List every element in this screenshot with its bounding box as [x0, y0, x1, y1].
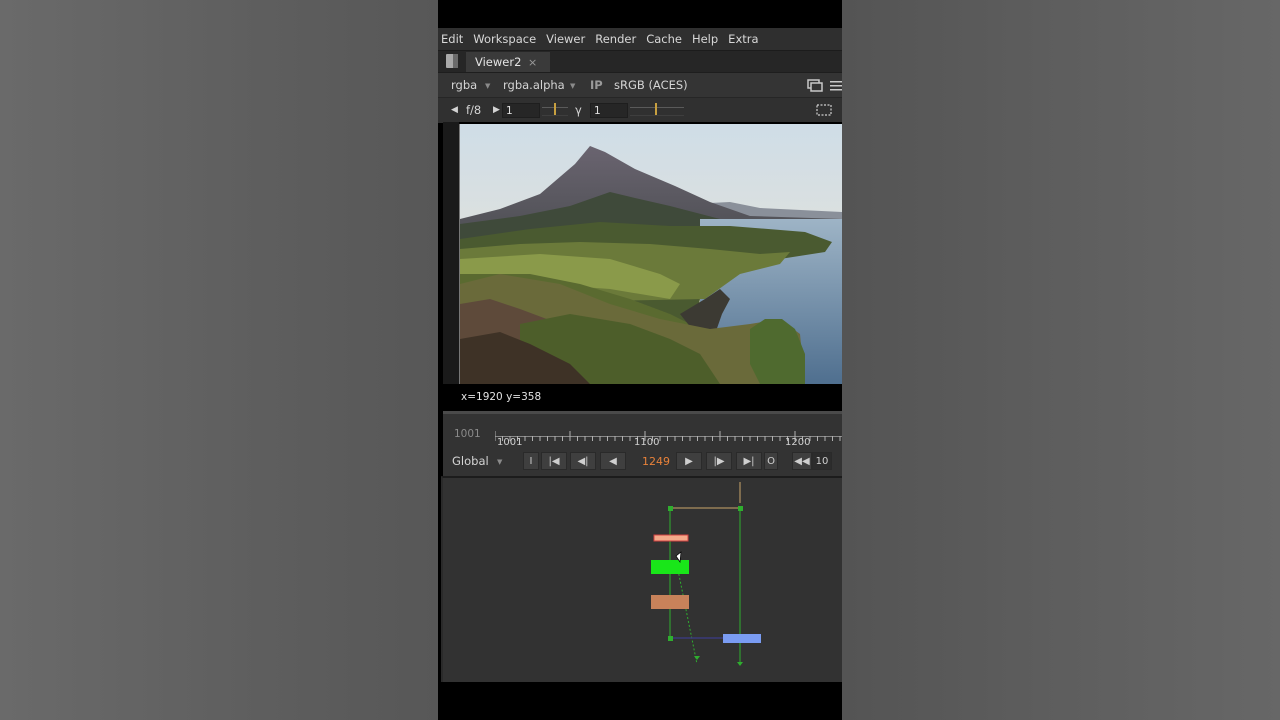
- chevron-down-icon: ▼: [485, 82, 491, 90]
- monitor-out-icon[interactable]: [807, 79, 823, 92]
- ruler-label-1001: 1001: [497, 437, 523, 448]
- gain-gamma-bar: ◀ f/8 ▶ 1 γ 1: [438, 97, 842, 123]
- current-frame-field[interactable]: 1249: [642, 455, 670, 468]
- grade-node[interactable]: [651, 560, 689, 574]
- timeline-panel: 1001 1001 1100 1200 Global ▼ I |◀ ◀| ◀ 1…: [443, 411, 842, 476]
- frame-ruler[interactable]: [494, 426, 842, 441]
- menu-extra[interactable]: Extra: [728, 32, 758, 46]
- gain-increment-icon[interactable]: ▶: [493, 105, 500, 115]
- skip-to-end-button[interactable]: ▶|: [736, 452, 762, 470]
- arrow-head-icon: [737, 662, 743, 666]
- menu-edit[interactable]: Edit: [441, 32, 463, 46]
- increment-field[interactable]: 10: [812, 452, 832, 470]
- play-forward-button[interactable]: ▶: [676, 452, 702, 470]
- alpha-channel-dropdown[interactable]: rgba.alpha: [503, 78, 565, 92]
- colorspace-dropdown[interactable]: sRGB (ACES): [614, 78, 688, 92]
- menu-render[interactable]: Render: [595, 32, 636, 46]
- panel-menu-icon[interactable]: [446, 54, 458, 68]
- roi-region-icon[interactable]: [816, 104, 832, 116]
- arrow-head-icon: [694, 656, 700, 660]
- background-right: [842, 0, 1280, 720]
- menu-bar: Edit Workspace Viewer Render Cache Help …: [438, 28, 842, 50]
- play-backward-button[interactable]: ◀: [600, 452, 626, 470]
- ruler-label-1100: 1100: [634, 437, 660, 448]
- range-mode-dropdown[interactable]: Global: [452, 454, 489, 468]
- set-in-point-button[interactable]: I: [523, 452, 539, 470]
- tab-viewer2[interactable]: Viewer2 ×: [466, 52, 550, 73]
- step-back-increment-button[interactable]: ◀◀: [792, 452, 812, 470]
- viewer-toolbar: rgba ▼ rgba.alpha ▼ IP sRGB (ACES): [438, 72, 842, 98]
- nuke-app-window: Edit Workspace Viewer Render Cache Help …: [438, 0, 842, 720]
- gamma-input[interactable]: 1: [590, 103, 628, 118]
- menu-cache[interactable]: Cache: [646, 32, 682, 46]
- gamma-slider[interactable]: [630, 107, 684, 116]
- previous-keyframe-button[interactable]: ◀|: [570, 452, 596, 470]
- tab-bar: Viewer2 ×: [438, 50, 842, 73]
- gamma-label: γ: [575, 103, 582, 117]
- skip-to-start-button[interactable]: |◀: [541, 452, 567, 470]
- node-graph-canvas: [651, 482, 761, 666]
- gamma-slider-handle[interactable]: [655, 103, 657, 115]
- channels-dropdown[interactable]: rgba: [451, 78, 477, 92]
- pipe-mask: [677, 569, 698, 665]
- merge-node[interactable]: [723, 634, 761, 643]
- menu-help[interactable]: Help: [692, 32, 718, 46]
- tab-title: Viewer2: [475, 55, 522, 69]
- gain-decrement-icon[interactable]: ◀: [451, 105, 458, 115]
- close-icon[interactable]: ×: [528, 52, 537, 73]
- dot-node[interactable]: [668, 506, 673, 511]
- ruler-label-1200: 1200: [785, 437, 811, 448]
- hamburger-menu-icon[interactable]: [830, 80, 842, 91]
- menu-viewer[interactable]: Viewer: [546, 32, 585, 46]
- menu-workspace[interactable]: Workspace: [473, 32, 536, 46]
- gain-input[interactable]: 1: [502, 103, 540, 118]
- start-frame-label: 1001: [454, 428, 481, 440]
- gain-slider-handle[interactable]: [554, 103, 556, 115]
- fstop-label: f/8: [466, 103, 482, 117]
- background-left: [0, 0, 438, 720]
- input-process-toggle[interactable]: IP: [590, 78, 603, 92]
- landscape-image: [459, 124, 842, 384]
- set-out-point-button[interactable]: O: [764, 452, 778, 470]
- read-node[interactable]: [653, 534, 689, 542]
- viewer-border: [443, 122, 459, 384]
- viewer-canvas[interactable]: x=1920 y=358: [443, 122, 842, 411]
- bottom-letterbox: [438, 682, 842, 720]
- chevron-down-icon: ▼: [570, 82, 576, 90]
- node-graph[interactable]: [441, 476, 842, 682]
- dot-node[interactable]: [738, 506, 743, 511]
- next-keyframe-button[interactable]: |▶: [706, 452, 732, 470]
- dot-node[interactable]: [668, 636, 673, 641]
- pixel-coordinates: x=1920 y=358: [461, 391, 542, 403]
- chevron-down-icon: ▼: [497, 458, 503, 466]
- transform-node[interactable]: [651, 595, 689, 609]
